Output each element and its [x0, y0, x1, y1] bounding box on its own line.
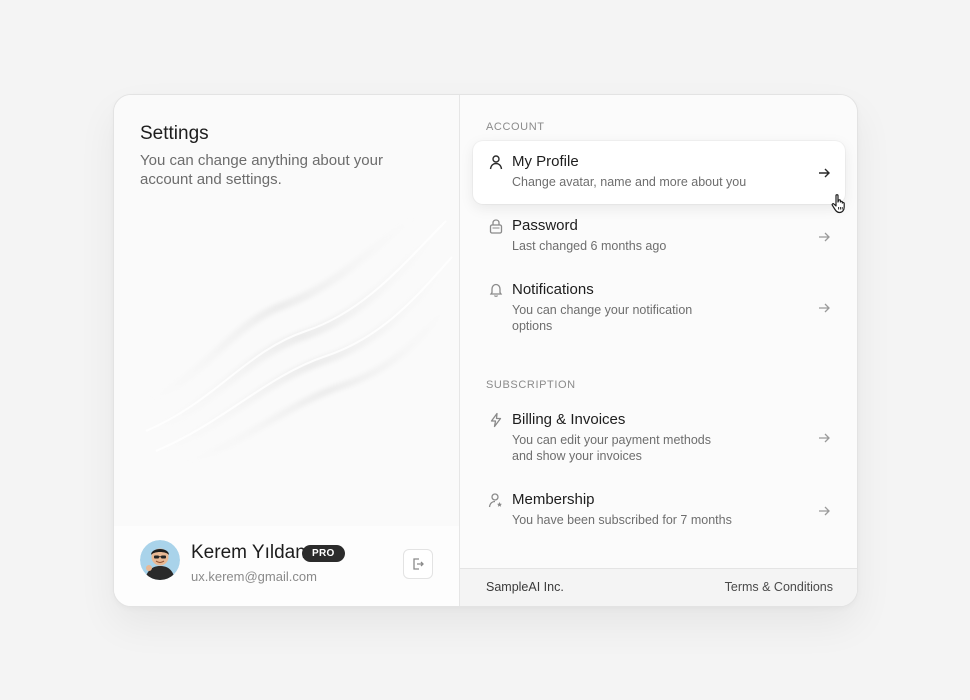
page-title: Settings [140, 123, 209, 144]
menu-item-my-profile[interactable]: My Profile Change avatar, name and more … [473, 141, 845, 204]
menu-item-subtitle: Last changed 6 months ago [512, 239, 667, 253]
lock-icon [489, 219, 503, 234]
user-email: ux.kerem@gmail.com [191, 569, 317, 584]
section-label-account: ACCOUNT [486, 121, 545, 133]
menu-item-subtitle: Change avatar, name and more about you [512, 175, 747, 189]
section-label-subscription: SUBSCRIPTION [486, 379, 576, 391]
menu-item-subtitle: You have been subscribed for 7 months [512, 513, 732, 527]
logout-icon [413, 558, 424, 570]
hand-cursor-icon [831, 194, 845, 214]
settings-menu-panel: ACCOUNT My Profile Change avatar, name a… [460, 95, 857, 606]
menu-item-billing[interactable]: Billing & Invoices You can edit your pay… [473, 399, 845, 479]
settings-card: Settings You can change anything about y… [113, 94, 858, 607]
menu-item-subtitle: You can edit your payment methods and sh… [512, 433, 711, 463]
arrow-right-icon [819, 232, 830, 242]
avatar[interactable] [140, 540, 180, 580]
arrow-right-icon [819, 303, 830, 313]
footer: SampleAI Inc. Terms & Conditions [460, 568, 857, 606]
menu-item-password[interactable]: Password Last changed 6 months ago [473, 205, 845, 268]
bell-icon [489, 283, 503, 297]
menu-item-title: Password [512, 217, 578, 234]
user-bar: Kerem Yıldan PRO ux.kerem@gmail.com [114, 526, 460, 606]
lightning-icon [490, 412, 502, 428]
arrow-right-icon [819, 506, 830, 516]
menu-item-title: Billing & Invoices [512, 411, 626, 428]
user-name: Kerem Yıldan [191, 542, 306, 563]
settings-intro-panel: Settings You can change anything about y… [114, 95, 460, 606]
user-icon [489, 155, 503, 170]
menu-item-title: Membership [512, 491, 595, 508]
company-name: SampleAI Inc. [486, 580, 564, 594]
pro-badge: PRO [302, 545, 345, 562]
menu-item-notifications[interactable]: Notifications You can change your notifi… [473, 269, 845, 349]
menu-item-subtitle: You can change your notification options [512, 303, 693, 333]
logout-button[interactable] [403, 549, 433, 579]
menu-item-title: My Profile [512, 153, 579, 170]
menu-item-membership[interactable]: Membership You have been subscribed for … [473, 479, 845, 544]
avatar-image [140, 540, 180, 580]
decorative-waves [137, 206, 454, 465]
terms-link[interactable]: Terms & Conditions [725, 580, 833, 594]
menu-item-title: Notifications [512, 281, 594, 298]
page-description: You can change anything about your accou… [140, 152, 383, 188]
arrow-right-icon [819, 433, 830, 443]
arrow-right-icon [819, 168, 830, 178]
member-star-icon [488, 493, 502, 508]
